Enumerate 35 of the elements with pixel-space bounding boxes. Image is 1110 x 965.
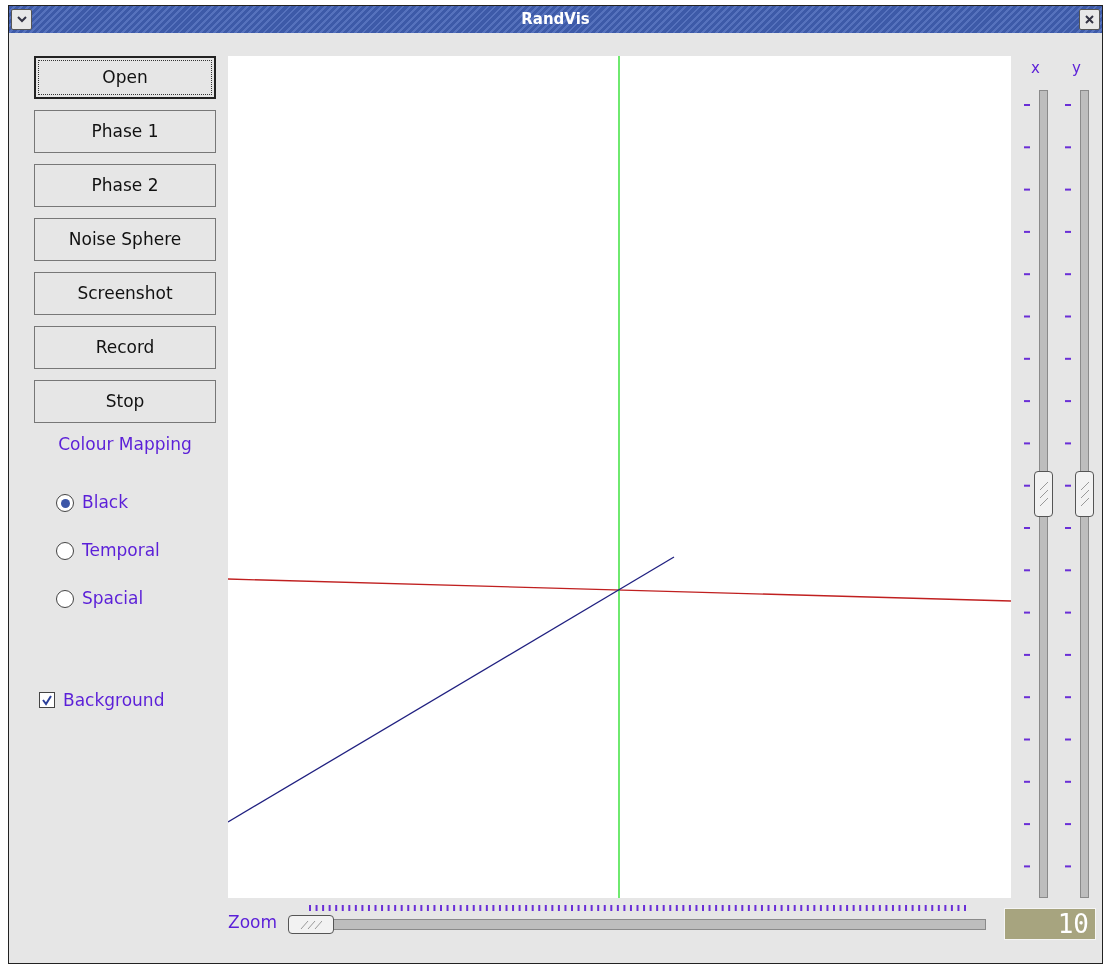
radio-label: Spacial xyxy=(82,587,144,611)
menu-button[interactable] xyxy=(11,9,32,30)
close-button[interactable] xyxy=(1079,9,1100,30)
radio-button[interactable] xyxy=(56,590,74,608)
close-icon xyxy=(1085,15,1094,24)
zoom-display: 10 xyxy=(1004,908,1096,940)
section-title: Colour Mapping xyxy=(57,433,193,456)
checkbox-label: Background xyxy=(63,688,165,712)
radio-button[interactable] xyxy=(56,494,74,512)
slider-thumb[interactable] xyxy=(1034,471,1053,517)
toolbar-button[interactable]: Phase 2 xyxy=(34,164,216,207)
zoom-label: Zoom xyxy=(228,911,278,933)
slider-thumb[interactable] xyxy=(1075,471,1094,517)
grip-icon xyxy=(1038,481,1049,507)
window-title: RandVis xyxy=(520,9,591,31)
checkbox[interactable] xyxy=(39,692,55,709)
radio-label: Black xyxy=(82,491,128,515)
toolbar-button[interactable]: Open xyxy=(34,56,216,99)
zoom-thumb[interactable] xyxy=(288,915,334,934)
toolbar-button[interactable]: Screenshot xyxy=(34,272,216,315)
vertical-slider[interactable] xyxy=(1034,90,1053,898)
slider-label: y xyxy=(1072,58,1081,78)
toolbar-button[interactable]: Noise Sphere xyxy=(34,218,216,261)
grip-icon xyxy=(300,919,322,930)
check-icon xyxy=(41,694,53,707)
toolbar-button[interactable]: Record xyxy=(34,326,216,369)
toolbar-button[interactable]: Stop xyxy=(34,380,216,423)
chevron-icon xyxy=(16,16,27,23)
vertical-slider[interactable] xyxy=(1075,90,1094,898)
slider-label: x xyxy=(1031,58,1040,78)
grip-icon xyxy=(1079,481,1090,507)
zoom-slider[interactable] xyxy=(288,914,986,935)
toolbar-button[interactable]: Phase 1 xyxy=(34,110,216,153)
radio-label: Temporal xyxy=(82,539,160,563)
radio-button[interactable] xyxy=(56,542,74,560)
